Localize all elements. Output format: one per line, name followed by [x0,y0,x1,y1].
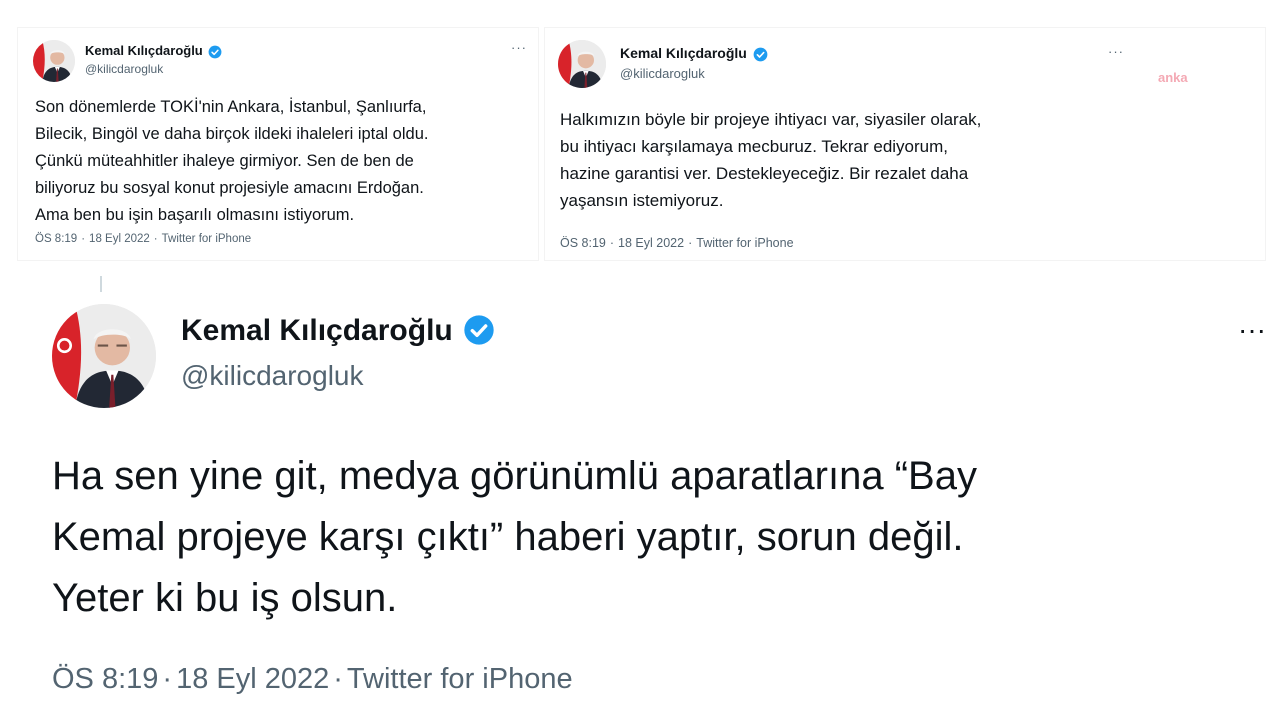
verified-badge-icon [464,315,494,345]
author-name[interactable]: Kemal Kılıçdaroğlu [181,314,495,348]
tweet-date: 18 Eyl 2022 [89,233,150,245]
author-handle[interactable]: @kilicdarogluk [181,360,364,392]
tweet-time: ÖS 8:19 [35,233,78,245]
more-options-icon[interactable]: ··· [511,40,527,55]
author-name-text: Kemal Kılıçdaroğlu [85,43,203,58]
tweet-source: Twitter for iPhone [346,663,573,695]
profile-photo-icon [558,40,606,88]
more-options-icon[interactable]: ··· [1108,44,1124,59]
separator-dot: · [162,663,173,695]
author-name-text: Kemal Kılıçdaroğlu [620,45,747,61]
author-name-text: Kemal Kılıçdaroğlu [181,314,453,347]
verified-badge-icon [753,47,768,62]
separator-dot: · [609,236,615,250]
tweet-text: Ha sen yine git, medya görünümlü aparatl… [52,454,977,620]
avatar[interactable] [558,40,606,88]
verified-badge-icon [208,45,222,58]
tweet-timestamp[interactable]: ÖS 8:19 · 18 Eyl 2022 · Twitter for iPhone [52,663,573,696]
tweet-time: ÖS 8:19 [52,663,159,695]
author-name[interactable]: Kemal Kılıçdaroğlu [620,45,768,62]
tweet-date: 18 Eyl 2022 [618,236,685,250]
tweet-source: Twitter for iPhone [696,236,794,250]
separator-dot: · [333,663,343,695]
tweet-source: Twitter for iPhone [161,233,252,245]
profile-photo-icon [52,304,156,408]
avatar[interactable] [52,304,156,408]
avatar[interactable] [33,40,75,82]
separator-dot: · [153,233,158,245]
tweet-text: Halkımızın böyle bir projeye ihtiyacı va… [560,110,982,210]
author-name[interactable]: Kemal Kılıçdaroğlu [85,43,222,59]
author-handle[interactable]: @kilicdarogluk [85,62,163,76]
thread-connector-line [100,276,102,292]
author-handle[interactable]: @kilicdarogluk [620,66,705,81]
separator-dot: · [688,236,693,250]
more-options-icon[interactable]: ··· [1238,314,1266,346]
tweet-timestamp[interactable]: ÖS 8:19 · 18 Eyl 2022 · Twitter for iPhone [35,233,251,245]
profile-photo-icon [33,40,75,82]
watermark: anka [1158,70,1188,85]
separator-dot: · [81,233,86,245]
tweet-date: 18 Eyl 2022 [176,663,330,695]
tweet-time: ÖS 8:19 [560,236,606,250]
tweet-text: Son dönemlerde TOKİ'nin Ankara, İstanbul… [35,98,429,224]
tweet-timestamp[interactable]: ÖS 8:19 · 18 Eyl 2022 · Twitter for iPhone [560,236,794,250]
